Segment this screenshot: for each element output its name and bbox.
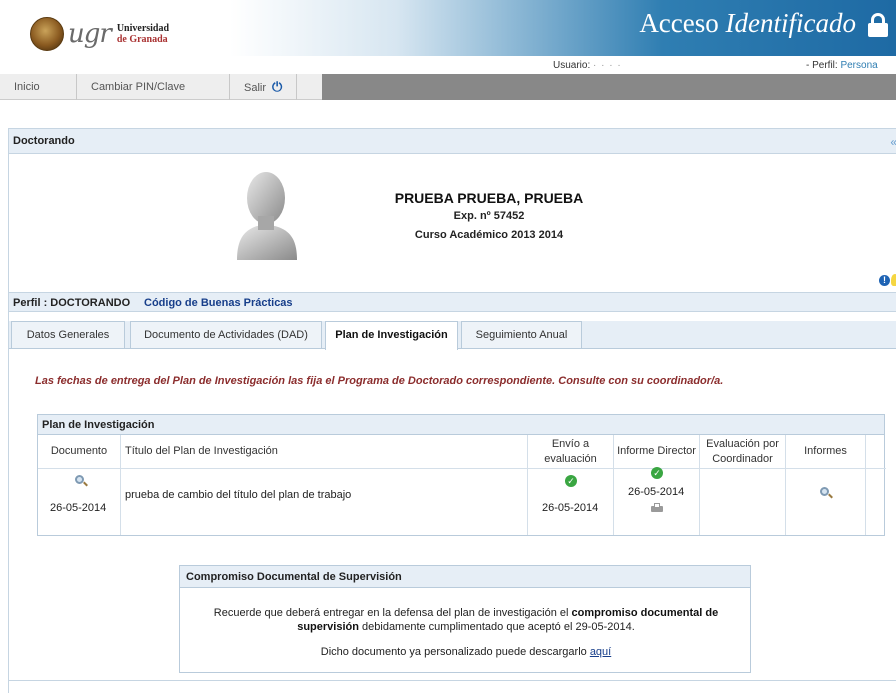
cell-informes [786,469,866,535]
tab-plan-investigacion[interactable]: Plan de Investigación [325,321,458,350]
view-informes-icon[interactable] [820,487,833,499]
banner-title-plain: Acceso [639,8,726,38]
col-titulo: Título del Plan de Investigación [121,435,528,468]
bottom-divider [8,680,896,681]
printer-icon[interactable] [651,503,663,513]
person-curso: Curso Académico 2013 2014 [414,229,564,241]
nav-inicio-link[interactable]: Inicio [0,74,77,100]
compromiso-text: Recuerde que deberá entregar en la defen… [190,606,742,634]
plan-table-title: Plan de Investigación [38,415,884,435]
banner-title-italic: Identificado [725,8,856,38]
usuario-value: · · · · [593,60,622,71]
university-name-line1: Universidad [116,23,170,34]
avatar [237,172,297,260]
view-document-icon[interactable] [75,475,88,487]
col-documento: Documento [38,435,121,468]
check-icon: ✓ [565,475,577,487]
documento-date: 26-05-2014 [50,502,107,514]
perfil-info: - Perfil: Persona [806,60,878,71]
university-name-line2: de Granada [116,34,168,45]
compromiso-text-after: debidamente cumplimentado que aceptó el … [358,621,635,633]
envio-date: 26-05-2014 [542,502,599,514]
compromiso-box: Compromiso Documental de Supervisión Rec… [179,565,751,673]
cell-informe-director: ✓ 26-05-2014 [614,467,700,535]
codigo-buenas-practicas-link[interactable]: Código de Buenas Prácticas [144,297,293,309]
person-name: PRUEBA PRUEBA, PRUEBA [394,190,584,206]
lock-icon [868,13,888,37]
perfil-value: Persona [840,60,878,71]
usuario-label: Usuario: [553,60,591,71]
nav-bar: Inicio Cambiar PIN/Clave Salir ⏻ [0,74,896,100]
tab-bar: Datos Generales Documento de Actividades… [9,321,896,350]
check-icon: ✓ [651,467,663,479]
nav-cambiar-pin-link[interactable]: Cambiar PIN/Clave [77,74,230,100]
perfil-label: Perfil : DOCTORANDO [13,297,131,309]
tab-seguimiento-anual[interactable]: Seguimiento Anual [461,321,582,348]
col-informe-director: Informe Director [614,435,700,468]
perfil-bar: Perfil : DOCTORANDO Código de Buenas Prá… [9,292,896,312]
nav-salir-link[interactable]: Salir ⏻ [230,74,298,100]
plan-table-header: Documento Título del Plan de Investigaci… [38,435,886,469]
tab-datos-generales[interactable]: Datos Generales [11,321,125,348]
col-evaluacion-coordinador: Evaluación por Coordinador [700,435,786,468]
cell-documento: 26-05-2014 [38,469,121,535]
panel-title: Doctorando [13,135,75,147]
download-text: Dicho documento ya personalizado puede d… [320,646,590,658]
banner-title: Acceso Identificado [639,8,856,39]
panel-titlebar: Doctorando « [9,128,896,154]
plan-notice: Las fechas de entrega del Plan de Invest… [35,375,724,387]
col-informes: Informes [786,435,866,468]
cell-titulo: prueba de cambio del título del plan de … [121,469,528,535]
nav-links: Inicio Cambiar PIN/Clave Salir ⏻ [0,74,322,100]
university-name: Universidad de Granada [117,23,169,45]
header-banner: Acceso Identificado [230,0,896,56]
tab-documento-actividades[interactable]: Documento de Actividades (DAD) [130,321,322,348]
ugr-logo[interactable]: ugr Universidad de Granada [30,16,169,52]
user-info-line: Usuario: · · · · - Perfil: Persona [0,58,896,72]
compromiso-download: Dicho documento ya personalizado puede d… [190,646,742,658]
lightbulb-icon[interactable] [891,274,896,286]
plan-table: Plan de Investigación Documento Título d… [37,414,886,536]
titulo-text: prueba de cambio del título del plan de … [125,489,352,501]
download-link[interactable]: aquí [590,646,611,658]
compromiso-text-before: Recuerde que deberá entregar en la defen… [213,607,572,619]
cell-envio: ✓ 26-05-2014 [528,469,614,535]
compromiso-title: Compromiso Documental de Supervisión [180,566,750,588]
table-row: 26-05-2014 prueba de cambio del título d… [38,467,886,535]
usuario-info: Usuario: · · · · [553,60,622,71]
col-envio: Envío a evaluación [528,435,614,468]
power-icon: ⏻ [272,79,283,94]
informe-date: 26-05-2014 [628,486,685,498]
doctorando-panel: Doctorando « PRUEBA PRUEBA, PRUEBA Exp. … [8,128,896,693]
person-expediente: Exp. nº 57452 [453,210,525,222]
header: ugr Universidad de Granada Acceso Identi… [0,0,896,72]
cell-evaluacion-coordinador [700,469,786,535]
ugr-logo-text: ugr [68,19,112,49]
info-icon[interactable]: ! [879,275,890,286]
university-seal-icon [30,17,64,51]
salir-label: Salir [244,82,267,94]
perfil-label: - Perfil: [806,60,838,71]
collapse-icon[interactable]: « [890,135,896,149]
